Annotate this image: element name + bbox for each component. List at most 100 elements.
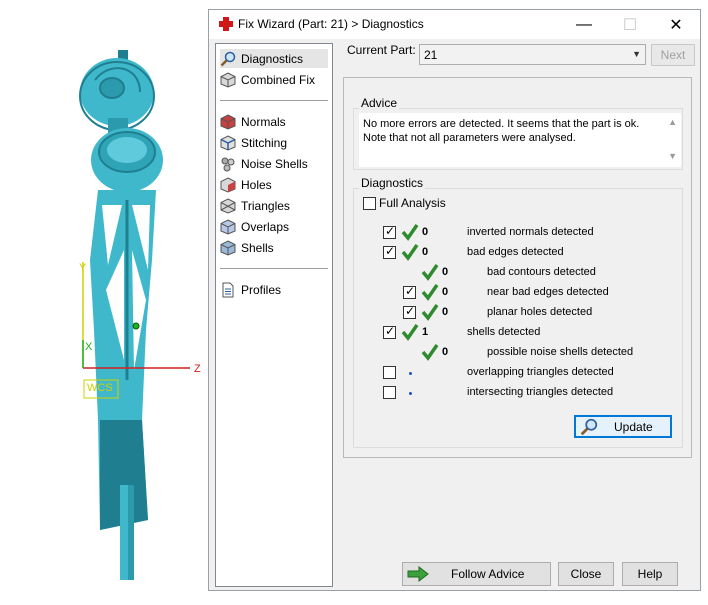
near-bad-edges-label: near bad edges detected	[487, 286, 609, 298]
ok-check-icon	[421, 284, 439, 301]
ok-check-icon	[421, 344, 439, 361]
planar-holes-checkbox[interactable]: ✓	[403, 304, 416, 319]
pending-dot-icon	[409, 392, 412, 395]
sidebar-item-holes[interactable]: Holes	[220, 175, 272, 194]
chevron-down-icon: ▼	[632, 49, 641, 59]
3d-viewport[interactable]: Y X Z WCS	[0, 0, 210, 605]
bad-contours-count: 0	[442, 266, 449, 278]
sidebar-item-label: Shells	[241, 240, 274, 255]
full-analysis-checkbox[interactable]	[363, 197, 376, 210]
fix-wizard-window: Fix Wizard (Part: 21) > Diagnostics — ☐ …	[208, 9, 701, 591]
bad-contours-label: bad contours detected	[487, 266, 596, 278]
axis-label-x: X	[85, 341, 93, 353]
planar-holes-count: 0	[442, 306, 449, 318]
advice-text: No more errors are detected. It seems th…	[363, 118, 640, 144]
checkmark-icon: ✓	[405, 284, 416, 298]
next-button[interactable]: Next	[651, 44, 695, 66]
cube-icon	[220, 71, 236, 88]
shells-label: shells detected	[467, 326, 541, 338]
full-analysis-label: Full Analysis	[379, 196, 446, 210]
wcs-label: WCS	[87, 382, 113, 394]
sidebar-item-overlaps[interactable]: Overlaps	[220, 217, 289, 236]
shells-count: 1	[422, 326, 429, 338]
current-part-label: Current Part:	[347, 43, 416, 57]
bad-edges-count: 0	[422, 246, 429, 258]
overlapping-triangles-label: overlapping triangles detected	[467, 366, 614, 378]
ok-check-icon	[401, 244, 419, 261]
maximize-button[interactable]: ☐	[607, 10, 653, 39]
sidebar-item-label: Diagnostics	[241, 51, 304, 66]
sidebar-item-label: Noise Shells	[241, 156, 308, 171]
axis-label-z: Z	[194, 363, 201, 375]
triangles-cube-icon	[220, 197, 236, 214]
sidebar-item-label: Triangles	[241, 198, 290, 213]
ok-check-icon	[421, 304, 439, 321]
inverted-normals-checkbox[interactable]: ✓	[383, 224, 396, 239]
magnifier-icon	[580, 418, 598, 435]
pending-dot-icon	[409, 372, 412, 375]
sidebar-item-label: Overlaps	[241, 219, 290, 234]
normals-cube-icon	[220, 113, 236, 130]
scroll-up-icon[interactable]: ▲	[668, 117, 677, 127]
current-part-select[interactable]: 21 ▼	[419, 44, 646, 65]
holes-cube-icon	[220, 176, 236, 193]
sidebar-item-diagnostics[interactable]: Diagnostics	[220, 49, 328, 68]
near-bad-edges-checkbox[interactable]: ✓	[403, 284, 416, 299]
bad-edges-checkbox[interactable]: ✓	[383, 244, 396, 259]
intersecting-triangles-label: intersecting triangles detected	[467, 386, 614, 398]
inverted-normals-count: 0	[422, 226, 429, 238]
sidebar-item-combined-fix[interactable]: Combined Fix	[220, 70, 315, 89]
overlaps-cube-icon	[220, 218, 236, 235]
sidebar-item-shells[interactable]: Shells	[220, 238, 274, 257]
sidebar-item-label: Normals	[241, 114, 286, 129]
sidebar-item-profiles[interactable]: Profiles	[220, 280, 281, 299]
bad-edges-label: bad edges detected	[467, 246, 564, 258]
overlapping-triangles-checkbox[interactable]	[383, 366, 396, 379]
arrow-right-icon	[407, 566, 429, 582]
wizard-sidebar: Diagnostics Combined Fix Normals Stitchi…	[215, 43, 333, 587]
scroll-down-icon[interactable]: ▼	[668, 151, 677, 161]
near-bad-edges-count: 0	[442, 286, 449, 298]
update-button[interactable]: Update	[574, 415, 672, 438]
advice-group-title: Advice	[359, 96, 400, 110]
sidebar-divider	[220, 268, 328, 269]
help-button[interactable]: Help	[622, 562, 678, 586]
follow-advice-button[interactable]: Follow Advice	[402, 562, 551, 586]
noise-shells-label: possible noise shells detected	[487, 346, 634, 358]
sidebar-item-stitching[interactable]: Stitching	[220, 133, 287, 152]
sidebar-item-label: Stitching	[241, 135, 288, 150]
minimize-button[interactable]: —	[561, 10, 607, 39]
advice-textbox[interactable]: No more errors are detected. It seems th…	[359, 113, 681, 167]
intersecting-triangles-checkbox[interactable]	[383, 386, 396, 399]
follow-advice-label: Follow Advice	[451, 567, 525, 581]
stitching-cube-icon	[220, 134, 236, 151]
close-window-button[interactable]: ✕	[653, 10, 699, 39]
sidebar-item-noise-shells[interactable]: Noise Shells	[220, 154, 308, 173]
ok-check-icon	[421, 264, 439, 281]
sidebar-item-label: Holes	[241, 177, 272, 192]
title-bar[interactable]: Fix Wizard (Part: 21) > Diagnostics — ☐ …	[209, 10, 700, 39]
axis-label-y: Y	[79, 262, 87, 274]
sidebar-item-label: Combined Fix	[241, 72, 316, 87]
checkmark-icon: ✓	[385, 324, 396, 338]
ok-check-icon	[401, 324, 419, 341]
checkmark-icon: ✓	[385, 224, 396, 238]
shells-checkbox[interactable]: ✓	[383, 324, 396, 339]
checkmark-icon: ✓	[385, 244, 396, 258]
sidebar-item-normals[interactable]: Normals	[220, 112, 286, 131]
window-title: Fix Wizard (Part: 21) > Diagnostics	[238, 17, 424, 31]
magnifier-icon	[220, 51, 236, 66]
model-render	[79, 50, 190, 580]
checkmark-icon: ✓	[405, 304, 416, 318]
current-part-value: 21	[424, 48, 438, 62]
sidebar-item-label: Profiles	[241, 282, 282, 297]
ok-check-icon	[401, 224, 419, 241]
diagnostics-group-title: Diagnostics	[359, 176, 426, 190]
noise-shells-icon	[221, 157, 235, 171]
update-label: Update	[614, 419, 653, 434]
planar-holes-label: planar holes detected	[487, 306, 593, 318]
close-button[interactable]: Close	[558, 562, 614, 586]
inverted-normals-label: inverted normals detected	[467, 226, 594, 238]
document-icon	[222, 282, 234, 297]
sidebar-item-triangles[interactable]: Triangles	[220, 196, 290, 215]
